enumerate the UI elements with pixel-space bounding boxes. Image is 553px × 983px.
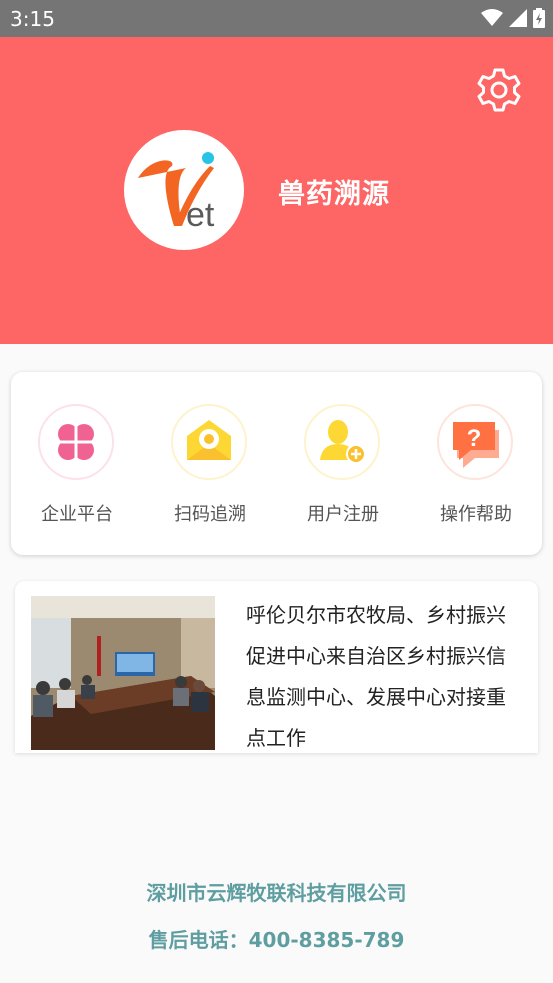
- menu-item-label: 企业平台: [41, 504, 113, 525]
- scan-icon: [171, 404, 247, 480]
- add-user-icon: [304, 404, 380, 480]
- settings-gear-icon[interactable]: [475, 66, 523, 114]
- wifi-icon: [481, 9, 503, 26]
- news-card[interactable]: 呼伦贝尔市农牧局、乡村振兴促进中心来自治区乡村振兴信息监测中心、发展中心对接重点…: [15, 581, 538, 753]
- menu-item-user-register[interactable]: 用户注册: [288, 404, 398, 528]
- battery-icon: [533, 8, 545, 28]
- menu-item-label: 用户注册: [307, 504, 379, 525]
- status-icons: [481, 8, 545, 28]
- status-time: 3:15: [10, 7, 55, 31]
- app-logo: et: [124, 130, 244, 250]
- news-title: 呼伦贝尔市农牧局、乡村振兴促进中心来自治区乡村振兴信息监测中心、发展中心对接重点…: [246, 603, 506, 750]
- menu-card: 企业平台 扫码追溯 用户注册 ? 操作帮助: [11, 372, 542, 555]
- company-name: 深圳市云辉牧联科技有限公司: [146, 881, 407, 905]
- menu-item-label: 操作帮助: [440, 504, 512, 525]
- signal-icon: [509, 9, 527, 27]
- service-phone: 售后电话：400-8385-789: [148, 928, 405, 952]
- menu-item-scan-trace[interactable]: 扫码追溯: [155, 404, 265, 528]
- menu-item-enterprise-platform[interactable]: 企业平台: [22, 404, 132, 528]
- svg-text:et: et: [186, 196, 215, 234]
- menu-item-help[interactable]: ? 操作帮助: [421, 404, 531, 528]
- news-photo: [31, 596, 215, 750]
- vet-logo-icon: et: [138, 152, 215, 234]
- app-title: 兽药溯源: [278, 179, 390, 210]
- svg-text:?: ?: [467, 425, 482, 452]
- menu-item-label: 扫码追溯: [174, 504, 246, 525]
- clover-icon: [38, 404, 114, 480]
- help-icon: ?: [437, 404, 513, 480]
- status-bar: 3:15: [0, 0, 553, 37]
- header-banner: [0, 37, 553, 344]
